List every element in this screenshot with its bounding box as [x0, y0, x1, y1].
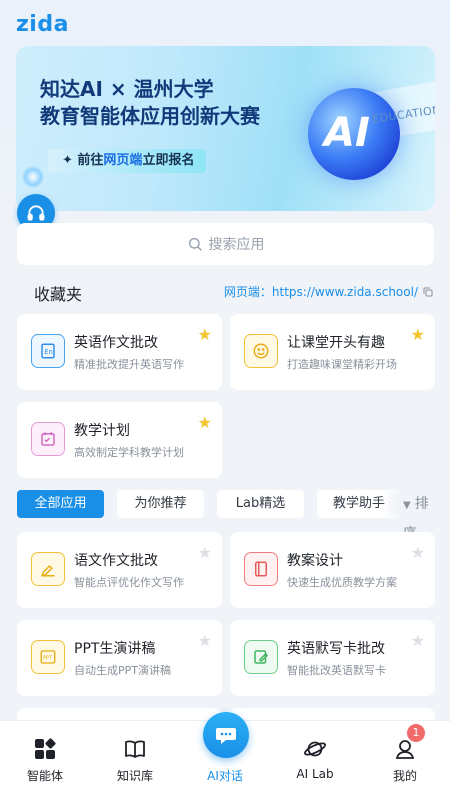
- banner-cta-suffix: 立即报名: [142, 153, 195, 168]
- star-icon[interactable]: ★: [411, 633, 425, 649]
- star-icon[interactable]: ★: [198, 633, 212, 649]
- nav-knowledge-base[interactable]: 知识库: [90, 721, 180, 800]
- search-placeholder: 搜索应用: [208, 237, 265, 253]
- ppt-icon: PPT: [31, 640, 65, 674]
- tab-all-apps[interactable]: 全部应用: [17, 490, 104, 518]
- banner-cta[interactable]: ✦ 前往网页端立即报名: [48, 149, 207, 173]
- grid-icon: [35, 738, 56, 759]
- book-icon: [125, 740, 145, 758]
- card-subtitle: 高效制定学科教学计划: [74, 446, 184, 459]
- svg-text:PPT: PPT: [43, 655, 52, 661]
- nav-agents[interactable]: 智能体: [0, 721, 90, 800]
- nav-label: AI Lab: [296, 767, 334, 781]
- essay-icon: En: [31, 334, 65, 368]
- search-input[interactable]: 搜索应用: [17, 223, 434, 265]
- sort-button[interactable]: ▼排序: [399, 490, 435, 542]
- banner-cta-highlight: 网页端: [103, 153, 143, 168]
- card-title: 英语作文批改: [74, 335, 158, 351]
- web-link[interactable]: 网页端：https://www.zida.school/: [224, 283, 434, 300]
- card-subtitle: 精准批改提升英语写作: [74, 358, 184, 371]
- tab-recommended[interactable]: 为你推荐: [117, 490, 204, 518]
- ai-orb-illustration: AI: [308, 88, 400, 180]
- nav-label: 知识库: [116, 769, 153, 783]
- nav-label: 我的: [392, 769, 417, 783]
- banner-title-line1: 知达AI × 温州大学: [40, 77, 214, 101]
- nav-label: 智能体: [26, 769, 63, 783]
- category-tabs: 全部应用 为你推荐 Lab精选 教学助手 ▼排序: [17, 490, 435, 542]
- calendar-icon: [31, 422, 65, 456]
- star-icon[interactable]: ★: [198, 415, 212, 431]
- ai-chat-fab[interactable]: [203, 712, 249, 758]
- app-logo: zida: [16, 12, 69, 37]
- card-subtitle: 自动生成PPT演讲稿: [74, 664, 171, 677]
- star-icon[interactable]: ★: [411, 545, 425, 561]
- favorites-title: 收藏夹: [34, 285, 83, 304]
- favorite-card[interactable]: En 英语作文批改 精准批改提升英语写作 ★: [17, 314, 222, 390]
- card-title: 英语默写卡批改: [287, 641, 385, 657]
- card-title: 教案设计: [287, 553, 343, 569]
- card-subtitle: 快速生成优质教学方案: [287, 576, 397, 589]
- edit-card-icon: [244, 640, 278, 674]
- headphones-icon: [27, 205, 45, 221]
- favorite-card[interactable]: 教学计划 高效制定学科教学计划 ★: [17, 402, 222, 478]
- web-link-label: 网页端：https://www.zida.school/: [223, 285, 418, 299]
- card-subtitle: 智能批改英语默写卡: [287, 664, 386, 677]
- tab-lab-picks[interactable]: Lab精选: [217, 490, 304, 518]
- promo-banner[interactable]: 知达AI × 温州大学 教育智能体应用创新大赛 ✦ 前往网页端立即报名 AI E…: [16, 46, 435, 211]
- smile-icon: [244, 334, 278, 368]
- pen-icon: [31, 552, 65, 586]
- nav-label: AI对话: [207, 769, 243, 783]
- app-card[interactable]: 语文作文批改 智能点评优化作文写作 ★: [17, 532, 222, 608]
- chat-icon: [216, 728, 236, 744]
- nav-ai-lab[interactable]: AI Lab: [270, 721, 360, 800]
- banner-title: 知达AI × 温州大学 教育智能体应用创新大赛: [40, 76, 260, 130]
- card-subtitle: 智能点评优化作文写作: [74, 576, 184, 589]
- svg-text:En: En: [44, 348, 53, 356]
- tab-teaching-assistant[interactable]: 教学助手: [317, 490, 404, 518]
- card-title: 让课堂开头有趣: [287, 335, 385, 351]
- card-title: 语文作文批改: [74, 553, 158, 569]
- notebook-icon: [244, 552, 278, 586]
- card-title: 教学计划: [74, 423, 130, 439]
- nav-profile[interactable]: 我的: [360, 721, 450, 800]
- card-title: PPT生演讲稿: [74, 641, 156, 657]
- ai-orb-text: AI: [324, 110, 370, 156]
- app-card[interactable]: 教案设计 快速生成优质教学方案 ★: [230, 532, 435, 608]
- notification-badge: 1: [407, 724, 425, 742]
- favorite-card[interactable]: 让课堂开头有趣 打造趣味课堂精彩开场 ★: [230, 314, 435, 390]
- banner-title-line2: 教育智能体应用创新大赛: [40, 104, 260, 128]
- star-icon[interactable]: ★: [198, 545, 212, 561]
- star-icon[interactable]: ★: [411, 327, 425, 343]
- app-card[interactable]: 英语默写卡批改 智能批改英语默写卡 ★: [230, 620, 435, 696]
- copy-icon[interactable]: [422, 286, 434, 298]
- planet-icon: [304, 741, 326, 757]
- app-card[interactable]: PPT PPT生演讲稿 自动生成PPT演讲稿 ★: [17, 620, 222, 696]
- search-icon: [188, 237, 202, 251]
- card-subtitle: 打造趣味课堂精彩开场: [287, 358, 397, 371]
- sparkle-decoration: [22, 166, 44, 188]
- star-icon[interactable]: ★: [198, 327, 212, 343]
- banner-cta-prefix: ✦ 前往: [62, 153, 104, 168]
- chevron-down-icon: ▼: [403, 500, 411, 511]
